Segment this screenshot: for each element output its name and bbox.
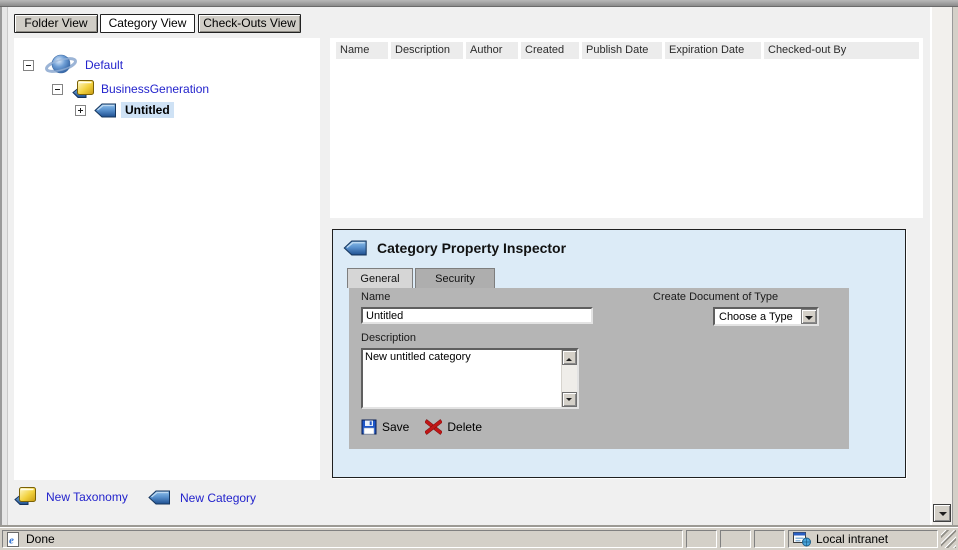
tab-security[interactable]: Security: [415, 268, 495, 288]
scroll-down-button[interactable]: [562, 392, 577, 407]
resize-grip[interactable]: [941, 530, 956, 548]
tree-item-default[interactable]: Default: [23, 52, 123, 78]
taxonomy-icon: [14, 486, 37, 507]
svg-text:e: e: [9, 534, 14, 546]
description-field-label: Description: [361, 332, 417, 344]
create-document-type-label: Create Document of Type: [653, 291, 779, 303]
tab-category-view-label: Category View: [108, 16, 187, 30]
tree-item-untitled[interactable]: Untitled: [75, 101, 174, 119]
tree-item-businessgeneration[interactable]: BusinessGeneration: [52, 78, 209, 100]
new-taxonomy-link[interactable]: New Taxonomy: [14, 486, 128, 507]
arrow-up-icon: [566, 355, 572, 361]
category-icon: [94, 103, 117, 118]
name-field-label: Name: [361, 291, 391, 303]
status-message-panel: e Done: [2, 530, 683, 548]
column-header-publish-date[interactable]: Publish Date: [582, 42, 662, 59]
column-header-name[interactable]: Name: [336, 42, 388, 59]
name-input[interactable]: [361, 307, 593, 324]
column-header-author[interactable]: Author: [466, 42, 518, 59]
taxonomy-tree-panel: Default BusinessGeneration Untitled: [14, 38, 320, 480]
tab-checkouts-view-label: Check-Outs View: [203, 16, 296, 30]
tree-item-businessgeneration-label[interactable]: BusinessGeneration: [101, 82, 209, 96]
column-header-description[interactable]: Description: [391, 42, 463, 59]
form-actions: Save Delete: [361, 419, 482, 435]
expand-icon[interactable]: [75, 104, 86, 116]
status-spacer-panel: [754, 530, 785, 548]
red-x-icon: [424, 419, 444, 435]
status-text: Done: [26, 532, 55, 546]
page-scrollbar[interactable]: [930, 7, 952, 525]
window-left-edge: [0, 7, 8, 527]
status-spacer-panel: [686, 530, 717, 548]
status-spacer-panel: [720, 530, 751, 548]
tab-security-label: Security: [435, 273, 475, 285]
category-icon: [343, 240, 368, 256]
status-bar: e Done Local intranet: [0, 527, 958, 550]
tab-general[interactable]: General: [347, 268, 413, 288]
window-right-edge: [952, 7, 958, 527]
save-button[interactable]: Save: [361, 419, 409, 435]
new-category-link-label: New Category: [180, 490, 257, 505]
collapse-icon[interactable]: [52, 83, 63, 95]
intranet-icon: [793, 531, 811, 547]
document-list-header: Name Description Author Created Publish …: [330, 38, 923, 59]
scroll-up-button[interactable]: [562, 350, 577, 365]
tree-item-untitled-label[interactable]: Untitled: [121, 102, 174, 118]
dropdown-arrow-button[interactable]: [801, 309, 817, 324]
delete-button-label: Delete: [447, 420, 483, 434]
arrow-down-icon: [566, 398, 572, 404]
save-button-label: Save: [382, 420, 410, 434]
new-taxonomy-link-label: New Taxonomy: [46, 489, 128, 504]
scroll-down-button[interactable]: [933, 504, 951, 522]
zone-text: Local intranet: [816, 532, 889, 546]
document-list-panel: Name Description Author Created Publish …: [330, 38, 923, 218]
ie-page-icon: e: [6, 531, 21, 547]
category-icon: [148, 490, 171, 505]
window-top-edge: [0, 0, 958, 7]
category-property-inspector: Category Property Inspector General Secu…: [332, 229, 906, 478]
document-type-dropdown-value: Choose a Type: [719, 310, 793, 323]
description-textarea[interactable]: New untitled category: [363, 350, 561, 407]
floppy-disk-icon: [361, 419, 377, 435]
new-category-link[interactable]: New Category: [148, 490, 256, 505]
inspector-title: Category Property Inspector: [343, 240, 566, 256]
planet-icon: [44, 52, 78, 78]
column-header-checked-out-by[interactable]: Checked-out By: [764, 42, 919, 59]
arrow-down-icon: [939, 512, 947, 520]
taxonomy-icon: [72, 79, 95, 100]
tree-item-default-label[interactable]: Default: [85, 58, 123, 72]
tab-folder-view[interactable]: Folder View: [14, 14, 98, 33]
tab-category-view[interactable]: Category View: [100, 14, 195, 33]
inspector-title-label: Category Property Inspector: [377, 240, 567, 256]
collapse-icon[interactable]: [23, 59, 34, 71]
tab-general-label: General: [360, 273, 400, 285]
description-textarea-box: New untitled category: [361, 348, 579, 409]
column-header-expiration-date[interactable]: Expiration Date: [665, 42, 761, 59]
document-type-dropdown[interactable]: Choose a Type: [713, 307, 819, 326]
tab-checkouts-view[interactable]: Check-Outs View: [198, 14, 301, 33]
chevron-down-icon: [805, 316, 813, 324]
tab-folder-view-label: Folder View: [24, 16, 88, 30]
general-tab-form: Name Create Document of Type Choose a Ty…: [349, 288, 849, 449]
delete-button[interactable]: Delete: [424, 419, 483, 435]
textarea-scrollbar[interactable]: [561, 350, 577, 407]
security-zone-panel: Local intranet: [788, 530, 938, 548]
column-header-created[interactable]: Created: [521, 42, 579, 59]
